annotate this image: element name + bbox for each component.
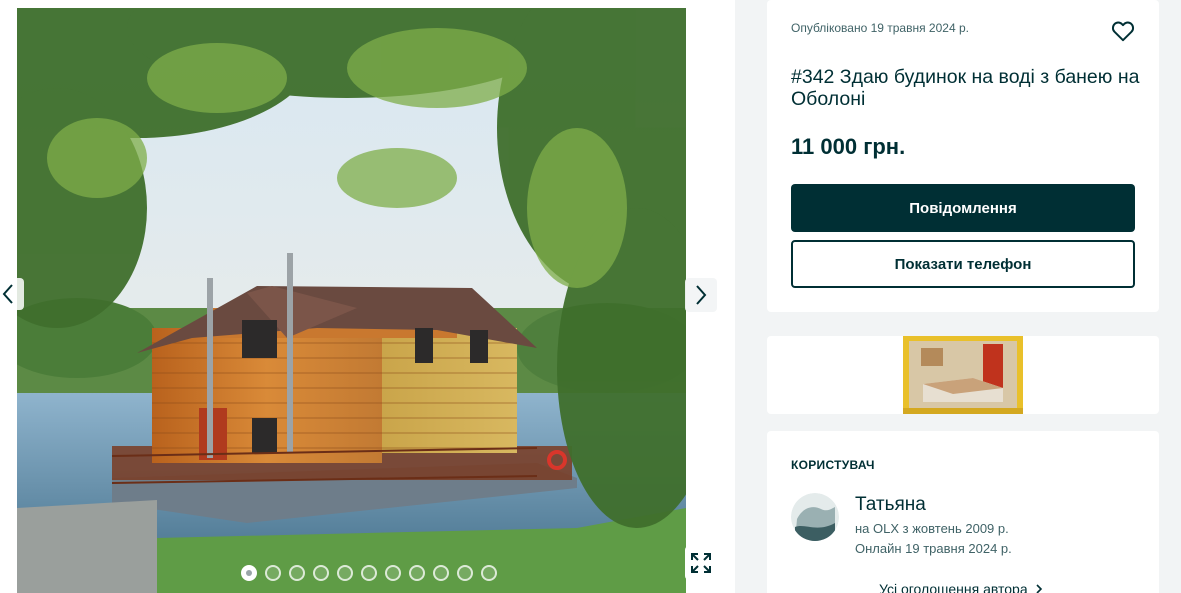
gallery-dots (241, 565, 497, 581)
houseboat-photo (17, 8, 686, 593)
user-member-since: на OLX з жовтень 2009 р. (855, 521, 1009, 536)
ad-image (903, 336, 1023, 414)
fullscreen-button[interactable] (685, 546, 717, 580)
gallery-dot[interactable] (265, 565, 281, 581)
chevron-right-icon (696, 285, 707, 305)
gallery-dot[interactable] (433, 565, 449, 581)
gallery-dot[interactable] (337, 565, 353, 581)
all-ads-label: Усі оголошення автора (879, 581, 1028, 593)
listing-card: Опубліковано 19 травня 2024 р. #342 Здаю… (767, 0, 1159, 312)
user-avatar-icon (791, 493, 839, 541)
gallery-dot[interactable] (289, 565, 305, 581)
show-phone-button[interactable]: Показати телефон (791, 240, 1135, 288)
gallery-dot[interactable] (313, 565, 329, 581)
all-ads-link[interactable]: Усі оголошення автора (879, 581, 1044, 593)
user-name[interactable]: Татьяна (855, 494, 926, 516)
chevron-left-icon (2, 284, 13, 304)
arrow-icon (1036, 584, 1042, 593)
user-card: КОРИСТУВАЧ Татьяна на OLX з жовтень 2009… (767, 431, 1159, 593)
listing-price: 11 000 грн. (791, 134, 906, 159)
message-button[interactable]: Повідомлення (791, 184, 1135, 232)
gallery-dot[interactable] (481, 565, 497, 581)
prev-photo-button[interactable] (0, 278, 24, 310)
gallery-dot[interactable] (409, 565, 425, 581)
favorite-button[interactable] (1110, 18, 1136, 44)
heart-icon (1111, 21, 1135, 42)
gallery-dot[interactable] (241, 565, 257, 581)
next-photo-button[interactable] (685, 278, 717, 312)
gallery-dot[interactable] (361, 565, 377, 581)
gallery-dot[interactable] (385, 565, 401, 581)
expand-icon (691, 553, 711, 573)
avatar[interactable] (791, 493, 839, 541)
gallery-dot[interactable] (457, 565, 473, 581)
listing-photo[interactable] (17, 8, 686, 593)
photo-gallery (0, 0, 735, 593)
user-last-online: Онлайн 19 травня 2024 р. (855, 541, 1012, 556)
ad-banner[interactable] (767, 336, 1159, 414)
user-heading: КОРИСТУВАЧ (791, 458, 875, 472)
listing-title: #342 Здаю будинок на воді з банею на Обо… (791, 66, 1140, 110)
posted-date: Опубліковано 19 травня 2024 р. (791, 21, 969, 35)
